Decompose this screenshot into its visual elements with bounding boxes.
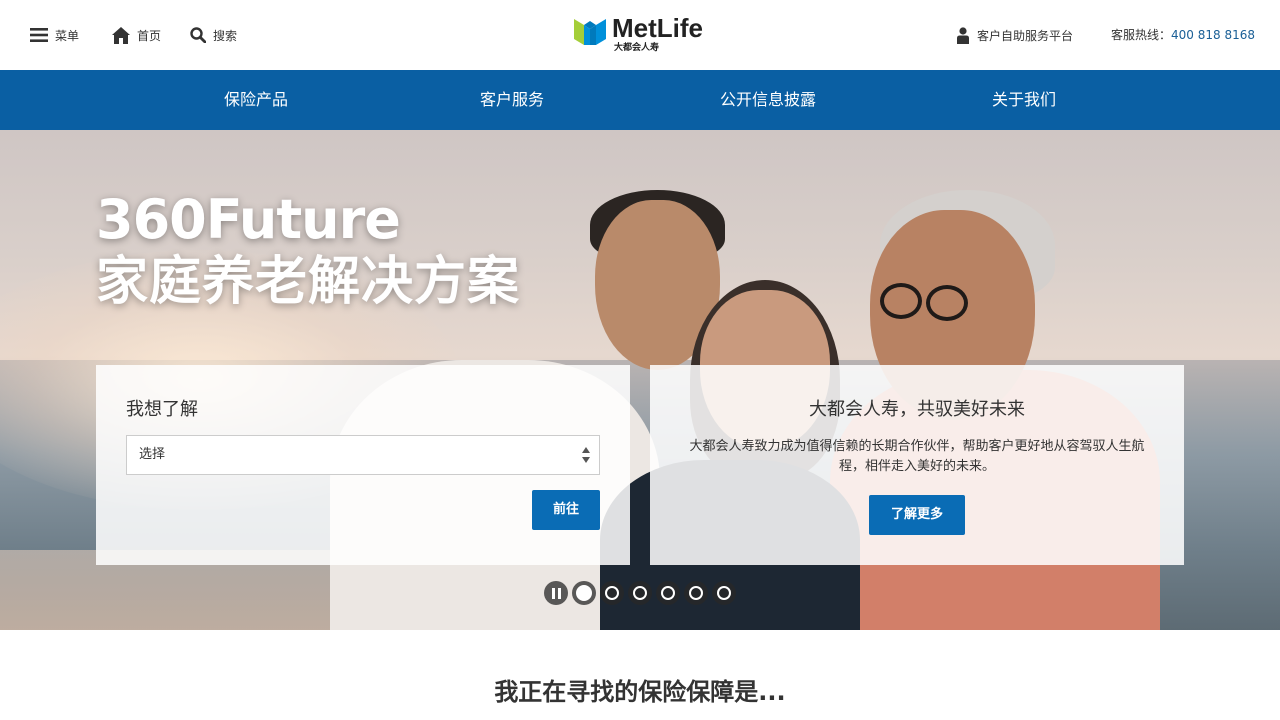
hero-title-line-2: 家庭养老解决方案 [96, 252, 521, 312]
hero-photo-glasses-right [926, 285, 968, 321]
promo-panel-description: 大都会人寿致力成为值得信赖的长期合作伙伴，帮助客户更好地从容驾驭人生航程，相伴走… [689, 439, 1145, 474]
promo-panel: 大都会人寿，共驭美好未来 大都会人寿致力成为值得信赖的长期合作伙伴，帮助客户更好… [650, 365, 1184, 565]
platform-label: 客户自助服务平台 [977, 28, 1074, 43]
interest-select-value: 选择 [139, 447, 166, 462]
hotline-number[interactable]: 400 818 8168 [1171, 28, 1255, 42]
hamburger-icon [30, 28, 48, 42]
select-arrows-icon [582, 447, 590, 463]
home-label: 首页 [137, 28, 162, 43]
carousel-dot-3[interactable] [628, 581, 652, 605]
section-title: 我正在寻找的保险保障是... [494, 678, 786, 706]
promo-panel-title: 大都会人寿，共驭美好未来 [809, 399, 1025, 420]
home-link[interactable]: 首页 [112, 24, 161, 46]
hotline-label: 客服热线： [1111, 28, 1172, 42]
metlife-logo[interactable]: MetLife 大都会人寿 [574, 14, 709, 56]
menu-label: 菜单 [55, 28, 80, 43]
nav-insurance-products[interactable]: 保险产品 [224, 70, 288, 130]
nav-about-us[interactable]: 关于我们 [992, 70, 1056, 130]
carousel-dot-4[interactable] [656, 581, 680, 605]
self-service-platform-link[interactable]: 客户自助服务平台 [956, 24, 1073, 46]
carousel-pause-button[interactable] [544, 581, 568, 605]
main-navigation: 保险产品 客户服务 公开信息披露 关于我们 [0, 70, 1280, 130]
hero-banner: 360Future 家庭养老解决方案 我想了解 选择 前往 大都会人寿，共驭美好… [0, 130, 1280, 630]
carousel-dot-6[interactable] [712, 581, 736, 605]
top-bar: 菜单 首页 搜索 MetLife 大都会人寿 客户自助服务平台 客服热线：400… [0, 0, 1280, 70]
interest-panel: 我想了解 选择 前往 [96, 365, 630, 565]
interest-select[interactable]: 选择 [126, 435, 600, 475]
metlife-logo-mark-icon [574, 19, 606, 45]
hero-title: 360Future 家庭养老解决方案 [96, 190, 520, 314]
nav-customer-service[interactable]: 客户服务 [480, 70, 544, 130]
learn-more-button[interactable]: 了解更多 [869, 495, 965, 535]
search-button[interactable]: 搜索 [190, 24, 237, 46]
carousel-dot-1[interactable] [572, 581, 596, 605]
search-icon [190, 27, 206, 43]
carousel-dot-5[interactable] [684, 581, 708, 605]
hero-title-line-1: 360Future [96, 188, 401, 251]
hotline: 客服热线：400 818 8168 [1111, 26, 1255, 43]
pause-icon [550, 587, 562, 599]
user-icon [956, 26, 970, 44]
search-label: 搜索 [213, 28, 238, 43]
interest-panel-title: 我想了解 [126, 399, 198, 420]
carousel-controls [544, 581, 740, 605]
carousel-dot-2[interactable] [600, 581, 624, 605]
home-icon [112, 26, 130, 44]
menu-button[interactable]: 菜单 [30, 24, 79, 46]
logo-name: MetLife [612, 13, 703, 43]
hero-photo-glasses-left [880, 283, 922, 319]
go-button[interactable]: 前往 [532, 490, 600, 530]
logo-subtitle: 大都会人寿 [614, 43, 660, 53]
nav-public-disclosure[interactable]: 公开信息披露 [720, 70, 816, 130]
